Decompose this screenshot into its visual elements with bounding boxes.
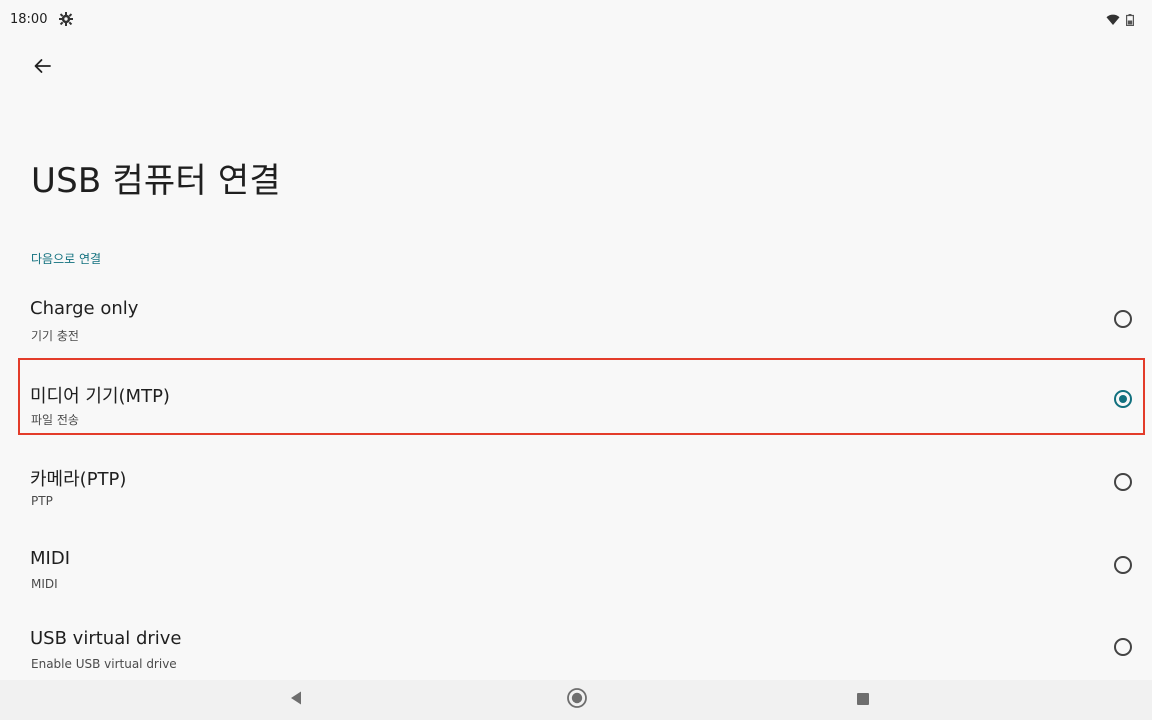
battery-icon [1126, 11, 1135, 30]
status-icons [1106, 11, 1135, 30]
status-bar: 18:00 [0, 0, 1152, 34]
option-title: 카메라(PTP) [30, 469, 127, 490]
radio-button[interactable] [1114, 473, 1132, 491]
radio-button[interactable] [1114, 638, 1132, 656]
radio-button[interactable] [1114, 310, 1132, 328]
option-title: MIDI [30, 548, 71, 569]
option-summary: PTP [31, 494, 53, 508]
option-summary: Enable USB virtual drive [31, 657, 177, 671]
section-header: 다음으로 연결 [31, 252, 102, 266]
option-mtp[interactable]: 미디어 기기(MTP) 파일 전송 [18, 382, 1146, 458]
option-summary: 파일 전송 [31, 413, 79, 427]
radio-button[interactable] [1114, 556, 1132, 574]
option-title: Charge only [30, 298, 139, 319]
back-button[interactable] [26, 52, 58, 84]
status-time: 18:00 [10, 12, 48, 27]
nav-back-icon [289, 690, 303, 710]
option-summary: 기기 충전 [31, 329, 79, 343]
option-title: 미디어 기기(MTP) [30, 386, 170, 407]
nav-back-button[interactable] [282, 688, 310, 712]
option-ptp[interactable]: 카메라(PTP) PTP [18, 465, 1146, 541]
gear-icon [58, 11, 74, 27]
nav-home-button[interactable] [563, 688, 591, 712]
back-arrow-icon [33, 57, 51, 79]
nav-recents-icon [856, 691, 870, 710]
option-summary: MIDI [31, 577, 58, 591]
option-charge-only[interactable]: Charge only 기기 충전 [18, 298, 1146, 374]
nav-home-icon [566, 687, 588, 713]
option-midi[interactable]: MIDI MIDI [18, 548, 1146, 624]
option-title: USB virtual drive [30, 628, 182, 649]
page-title: USB 컴퓨터 연결 [31, 161, 281, 201]
navigation-bar [0, 680, 1152, 720]
nav-recents-button[interactable] [849, 688, 877, 712]
radio-button-selected[interactable] [1114, 390, 1132, 408]
wifi-icon [1106, 11, 1120, 30]
